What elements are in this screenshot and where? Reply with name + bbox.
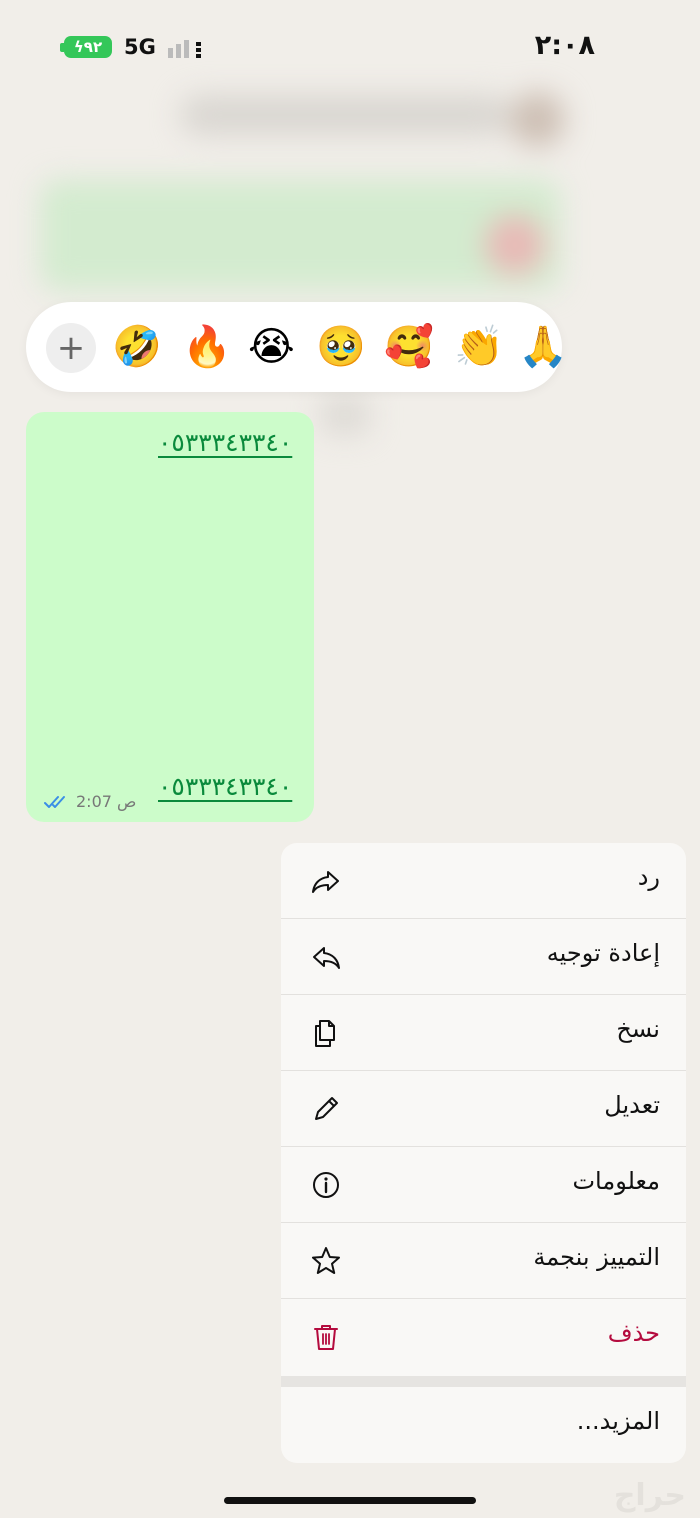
emoji-clap[interactable]: 👏 [454, 322, 504, 372]
message-time: 2:07 ص [76, 792, 137, 811]
battery-bolt-icon: ϟ [73, 38, 84, 56]
forward-icon [313, 947, 340, 969]
menu-item-forward[interactable]: إعادة توجيه [281, 919, 686, 995]
add-reaction-button[interactable]: + [46, 323, 96, 373]
menu-item-label: معلومات [572, 1167, 660, 1195]
emoji-hearts[interactable]: 🥰 [384, 322, 434, 372]
menu-item-label: المزيد... [576, 1407, 660, 1435]
menu-item-label: إعادة توجيه [546, 939, 660, 967]
emoji-rofl[interactable]: 🤣 [112, 322, 162, 372]
menu-item-reply[interactable]: رد [281, 843, 686, 919]
phone-link[interactable]: ٠٥٣٣٣٤٣٣٤٠ [158, 772, 292, 801]
menu-item-label: حذف [607, 1319, 660, 1347]
phone-link[interactable]: ٠٥٣٣٣٤٣٣٤٠ [158, 428, 292, 457]
copy-icon [315, 1020, 335, 1047]
menu-item-delete[interactable]: حذف [281, 1299, 686, 1375]
menu-item-copy[interactable]: نسخ [281, 995, 686, 1071]
star-icon [312, 1247, 340, 1274]
menu-item-label: تعديل [604, 1091, 660, 1119]
emoji-pleading[interactable]: 🥹 [316, 322, 366, 372]
context-menu: رد إعادة توجيه نسخ تعديل معلومات التمييز… [281, 843, 686, 1463]
watermark-logo: حراج [613, 1478, 686, 1513]
clock: ٢:٠٨ [534, 30, 595, 61]
pencil-icon [315, 1097, 338, 1120]
home-indicator[interactable] [224, 1497, 476, 1504]
menu-item-info[interactable]: معلومات [281, 1147, 686, 1223]
reply-icon [312, 871, 339, 893]
emoji-crying[interactable]: 😭 [248, 322, 295, 372]
battery-indicator: ϟ ٩٢ [64, 36, 112, 58]
reaction-bar: + 🤣 🔥 😭 🥹 🥰 👏 🙏 [26, 302, 568, 392]
status-bar: ϟ ٩٢ 5G ٢:٠٨ [0, 0, 700, 95]
emoji-pray[interactable]: 🙏 [518, 322, 568, 372]
message-meta: 2:07 ص [44, 792, 136, 811]
info-icon [313, 1172, 339, 1198]
menu-item-label: نسخ [616, 1015, 660, 1043]
battery-level: ٩٢ [83, 38, 103, 56]
emoji-fire[interactable]: 🔥 [182, 322, 232, 372]
message-bubble[interactable]: ٠٥٣٣٣٤٣٣٤٠ ٠٥٣٣٣٤٣٣٤٠ 2:07 ص [26, 412, 314, 822]
menu-item-star[interactable]: التمييز بنجمة [281, 1223, 686, 1299]
menu-item-more[interactable]: المزيد... [281, 1387, 686, 1463]
double-check-icon [44, 795, 65, 808]
trash-icon [314, 1325, 338, 1350]
menu-item-label: التمييز بنجمة [533, 1243, 660, 1271]
menu-item-label: رد [637, 863, 660, 891]
network-type: 5G [124, 35, 156, 59]
menu-separator [281, 1376, 686, 1387]
menu-item-edit[interactable]: تعديل [281, 1071, 686, 1147]
signal-icon [168, 40, 201, 58]
